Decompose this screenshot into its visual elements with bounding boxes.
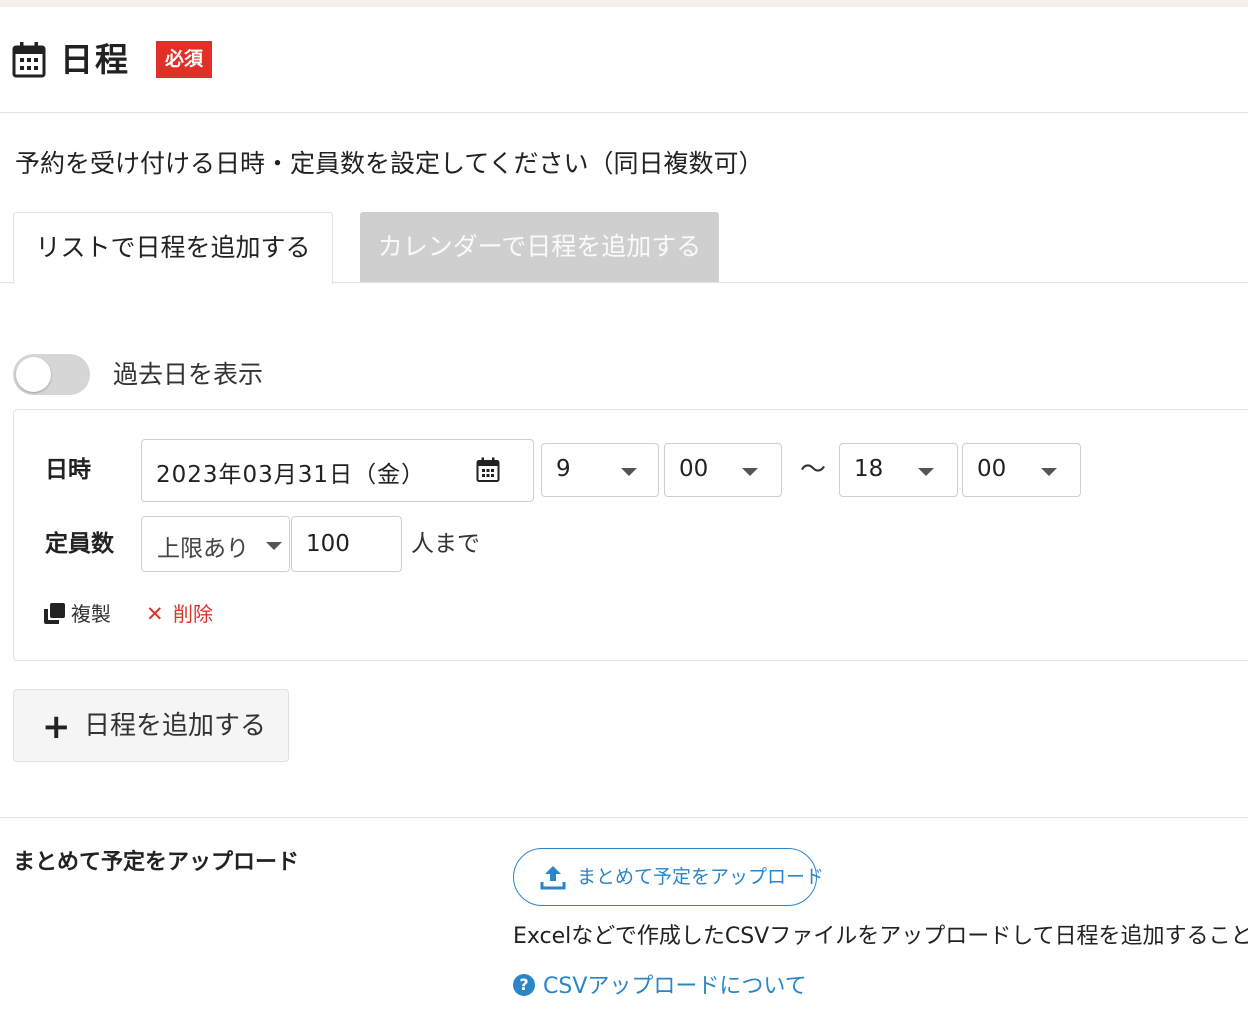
date-input[interactable]: 2023年03月31日（金） <box>141 439 534 502</box>
csv-upload-note: Excelなどで作成したCSVファイルをアップロードして日程を追加することができ… <box>513 924 1248 949</box>
help-icon: ? <box>513 974 535 996</box>
capacity-input[interactable]: 100 <box>291 516 402 572</box>
capacity-unit: 人まで <box>411 531 480 557</box>
start-hour-value: 9 <box>556 456 571 482</box>
copy-button[interactable]: 複製 <box>44 600 111 628</box>
chevron-down-icon <box>266 542 282 550</box>
datetime-label: 日時 <box>45 457 91 483</box>
toggle-knob <box>16 357 51 392</box>
chevron-down-icon <box>621 468 637 476</box>
show-past-label: 過去日を表示 <box>113 360 264 389</box>
date-value: 2023年03月31日（金） <box>156 462 426 488</box>
calendar-icon <box>12 42 46 78</box>
capacity-mode-value: 上限あり <box>157 536 249 562</box>
top-strip <box>0 0 1248 7</box>
chevron-down-icon <box>918 468 934 476</box>
close-icon: ✕ <box>146 602 164 626</box>
start-hour-select[interactable]: 9 <box>541 443 659 497</box>
csv-help-label: CSVアップロードについて <box>543 974 807 999</box>
date-picker-icon <box>476 457 500 482</box>
bulk-upload-label: まとめて予定をアップロード <box>13 850 300 875</box>
page-title: 日程 <box>60 40 130 79</box>
show-past-toggle[interactable] <box>13 354 90 395</box>
tab-calendar-add[interactable]: カレンダーで日程を追加する <box>360 212 719 282</box>
csv-help-link[interactable]: ? CSVアップロードについて <box>513 971 807 1003</box>
capacity-label: 定員数 <box>45 531 114 557</box>
end-minute-value: 00 <box>977 456 1007 482</box>
copy-label: 複製 <box>71 602 111 626</box>
section-header: 日程 必須 <box>0 7 1248 113</box>
upload-icon <box>540 866 566 890</box>
section-description: 予約を受け付ける日時・定員数を設定してください（同日複数可） <box>15 149 764 178</box>
add-schedule-button[interactable]: + 日程を追加する <box>13 689 289 762</box>
chevron-down-icon <box>742 468 758 476</box>
plus-icon: + <box>42 707 71 747</box>
end-hour-select[interactable]: 18 <box>839 443 958 497</box>
delete-label: 削除 <box>172 602 213 626</box>
capacity-value: 100 <box>306 531 350 557</box>
chevron-down-icon <box>1041 468 1057 476</box>
required-badge: 必須 <box>156 41 212 78</box>
start-minute-value: 00 <box>679 456 709 482</box>
bulk-upload-button[interactable]: まとめて予定をアップロード <box>513 848 824 906</box>
section-divider <box>0 817 1248 818</box>
time-range-separator: 〜 <box>800 455 827 485</box>
end-minute-select[interactable]: 00 <box>962 443 1081 497</box>
tab-list-add[interactable]: リストで日程を追加する <box>13 212 333 284</box>
capacity-mode-select[interactable]: 上限あり <box>141 516 290 572</box>
add-schedule-label: 日程を追加する <box>84 711 267 741</box>
bulk-upload-button-label: まとめて予定をアップロード <box>577 866 825 888</box>
start-minute-select[interactable]: 00 <box>664 443 782 497</box>
end-hour-value: 18 <box>854 456 884 482</box>
copy-icon <box>44 603 65 624</box>
delete-button[interactable]: ✕ 削除 <box>146 600 213 628</box>
